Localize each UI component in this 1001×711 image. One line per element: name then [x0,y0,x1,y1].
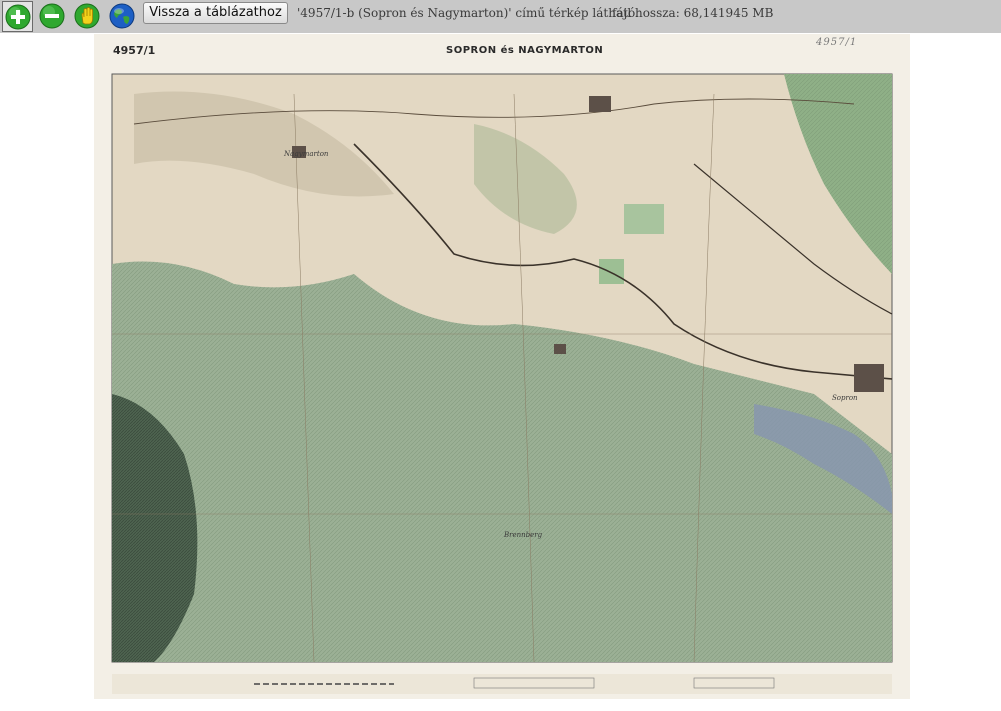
handwritten-mark: 4957/1 [816,37,858,48]
zoom-in-button[interactable] [2,1,33,32]
map-image[interactable]: 4957/1 SOPRON és NAGYMARTON 4957/1 Nagym… [94,34,910,699]
globe-button[interactable] [107,1,138,32]
pan-button[interactable] [72,1,103,32]
minus-circle-icon [39,3,65,29]
map-caption: '4957/1-b (Sopron és Nagymarton)' című t… [297,6,639,20]
zoom-out-button[interactable] [37,1,68,32]
map-toolbar: Vissza a táblázathoz '4957/1-b (Sopron é… [0,0,1001,33]
topographic-map [94,34,910,699]
place-label-sopron: Sopron [832,394,858,402]
place-label-nagymarton: Nagymarton [284,150,329,158]
file-size-label: fájl hossza: 68,141945 MB [612,6,774,20]
place-label-brennberg: Brennberg [504,531,543,539]
back-to-table-button[interactable]: Vissza a táblázathoz [143,2,288,24]
globe-icon [109,3,135,29]
map-title: SOPRON és NAGYMARTON [446,45,604,56]
map-sheet-number: 4957/1 [113,44,156,57]
hand-icon [74,3,100,29]
plus-circle-icon [5,4,31,30]
